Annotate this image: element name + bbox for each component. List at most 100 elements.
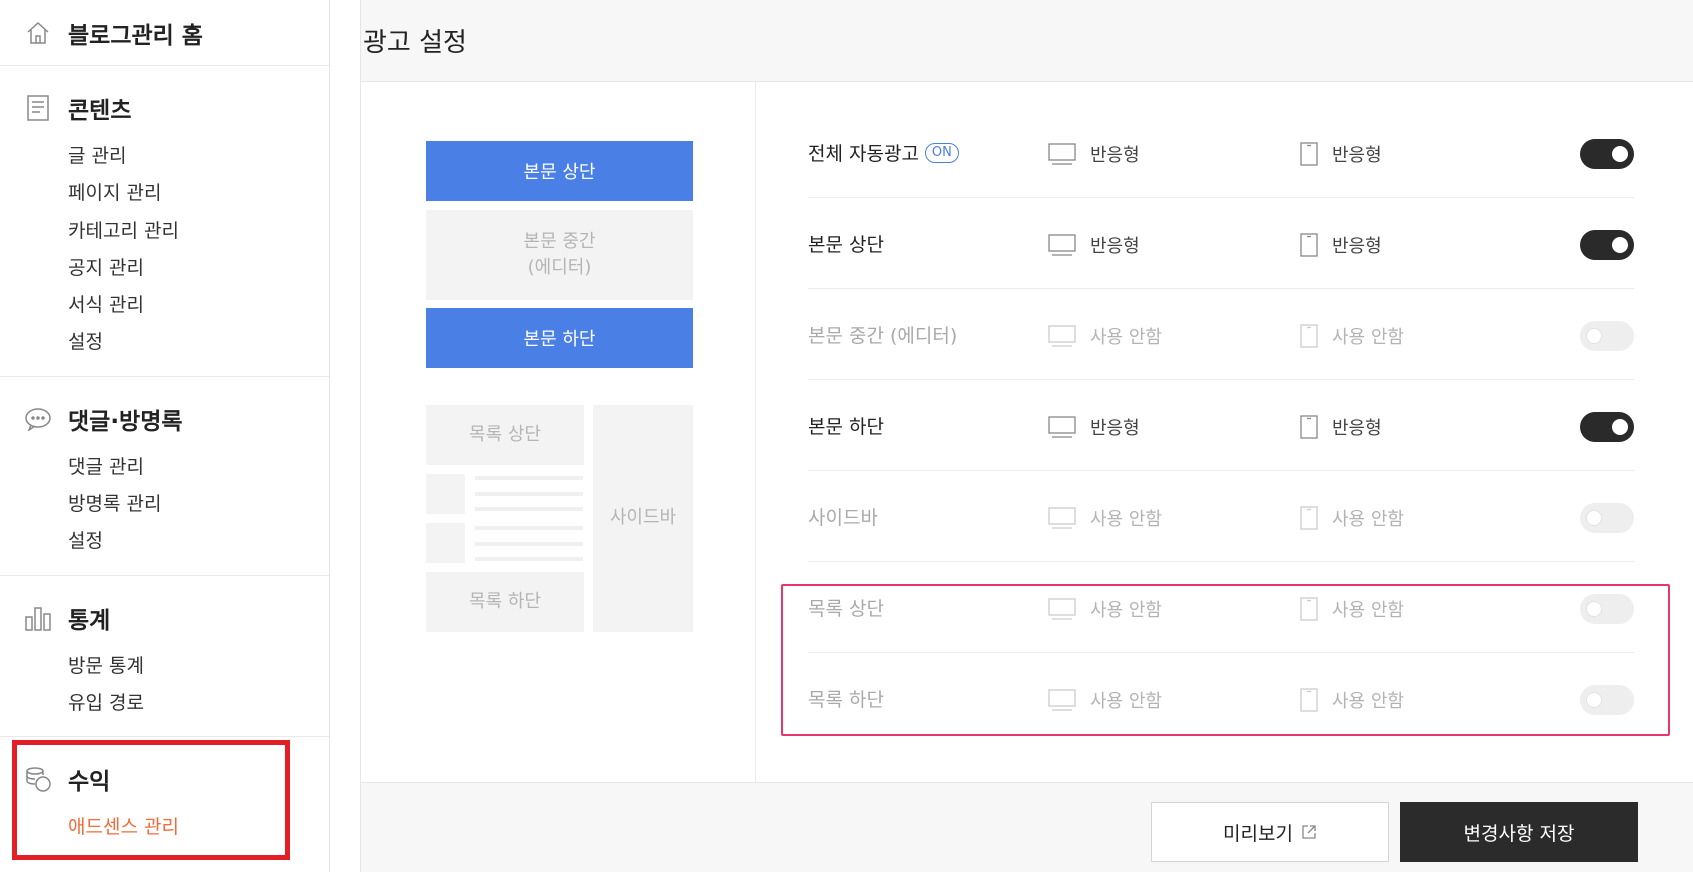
sidebar-item-referrers[interactable]: 유입 경로 xyxy=(68,685,329,722)
ad-row-body-top: 본문 상단 반응형 반응형 xyxy=(808,198,1634,289)
preview-list-bottom: 목록 하단 xyxy=(426,572,584,632)
preview-button[interactable]: 미리보기 xyxy=(1151,802,1389,862)
ad-row-name-wrap: 목록 상단 xyxy=(808,594,884,621)
sidebar-group-content: 콘텐츠 글 관리 페이지 관리 카테고리 관리 공지 관리 서식 관리 설정 xyxy=(0,66,329,377)
save-button[interactable]: 변경사항 저장 xyxy=(1400,802,1638,862)
ad-toggle[interactable] xyxy=(1580,685,1634,715)
ad-toggle[interactable] xyxy=(1580,594,1634,624)
ad-row-name: 본문 하단 xyxy=(808,416,884,438)
pc-setting-label: 사용 안함 xyxy=(1090,509,1162,530)
mobile-setting[interactable]: 사용 안함 xyxy=(1300,323,1404,349)
phone-icon xyxy=(1300,324,1318,348)
pc-setting[interactable]: 반응형 xyxy=(1048,232,1140,258)
toggle-knob xyxy=(1612,237,1628,253)
pc-setting-label: 사용 안함 xyxy=(1090,327,1162,348)
pc-setting[interactable]: 사용 안함 xyxy=(1048,505,1162,531)
sidebar-item-visit-stats[interactable]: 방문 통계 xyxy=(68,648,329,685)
preview-thumb xyxy=(426,523,465,563)
sidebar-item-notices[interactable]: 공지 관리 xyxy=(68,250,329,287)
monitor-icon xyxy=(1048,143,1076,165)
ad-toggle[interactable] xyxy=(1580,230,1634,260)
toggle-knob xyxy=(1586,328,1602,344)
sidebar-item-guestbook[interactable]: 방명록 관리 xyxy=(68,486,329,523)
sidebar-item-templates[interactable]: 서식 관리 xyxy=(68,287,329,324)
sidebar-item-pages[interactable]: 페이지 관리 xyxy=(68,175,329,212)
mobile-setting[interactable]: 반응형 xyxy=(1300,141,1382,167)
pc-setting-label: 반응형 xyxy=(1090,145,1140,166)
ad-toggle[interactable] xyxy=(1580,139,1634,169)
toggle-knob xyxy=(1612,146,1628,162)
sidebar-group-revenue: 수익 애드센스 관리 xyxy=(0,737,329,860)
ad-toggle[interactable] xyxy=(1580,503,1634,533)
ad-position-preview: 본문 상단 본문 중간 (에디터) 본문 하단 목록 상단 목록 하단 사이드바 xyxy=(361,82,756,782)
on-badge: ON xyxy=(924,142,959,163)
sidebar-item-comment-settings[interactable]: 설정 xyxy=(68,523,329,560)
monitor-icon xyxy=(1048,325,1076,347)
mobile-setting[interactable]: 사용 안함 xyxy=(1300,596,1404,622)
toggle-knob xyxy=(1586,510,1602,526)
monitor-icon xyxy=(1048,689,1076,711)
ad-row-body-bottom: 본문 하단 반응형 반응형 xyxy=(808,380,1634,471)
mobile-setting-label: 사용 안함 xyxy=(1332,600,1404,621)
sidebar-group-title: 수익 xyxy=(68,769,111,796)
pc-setting[interactable]: 반응형 xyxy=(1048,414,1140,440)
phone-icon xyxy=(1300,142,1318,166)
sidebar-item-posts[interactable]: 글 관리 xyxy=(68,138,329,175)
monitor-icon xyxy=(1048,598,1076,620)
coins-icon xyxy=(24,765,52,793)
bar-chart-icon xyxy=(24,604,52,632)
phone-icon xyxy=(1300,415,1318,439)
preview-body-middle-line2: (에디터) xyxy=(527,257,592,278)
sidebar-item-comments[interactable]: 댓글 관리 xyxy=(68,449,329,486)
ad-row-name-wrap: 목록 하단 xyxy=(808,685,884,712)
sidebar-group-title: 콘텐츠 xyxy=(68,98,132,124)
mobile-setting[interactable]: 사용 안함 xyxy=(1300,687,1404,713)
mobile-setting[interactable]: 사용 안함 xyxy=(1300,505,1404,531)
page-title: 광고 설정 xyxy=(363,28,467,58)
preview-body-bottom: 본문 하단 xyxy=(426,308,693,368)
ad-row-name: 전체 자동광고 xyxy=(808,143,919,165)
mobile-setting[interactable]: 반응형 xyxy=(1300,232,1382,258)
ad-row-name: 목록 하단 xyxy=(808,689,884,711)
pc-setting[interactable]: 사용 안함 xyxy=(1048,687,1162,713)
sidebar-group-revenue-head[interactable]: 수익 xyxy=(0,749,329,809)
preview-button-label: 미리보기 xyxy=(1223,822,1293,845)
ad-row-sidebar: 사이드바 사용 안함 사용 안함 xyxy=(808,471,1634,562)
sidebar-home-label: 블로그관리 홈 xyxy=(68,22,203,49)
sidebar-group-content-head[interactable]: 콘텐츠 xyxy=(0,78,329,138)
preview-body-middle: 본문 중간 (에디터) xyxy=(426,210,693,300)
ad-row-name: 본문 상단 xyxy=(808,234,884,256)
mobile-setting[interactable]: 반응형 xyxy=(1300,414,1382,440)
toggle-knob xyxy=(1612,419,1628,435)
pc-setting[interactable]: 사용 안함 xyxy=(1048,323,1162,349)
mobile-setting-label: 사용 안함 xyxy=(1332,327,1404,348)
preview-line xyxy=(475,526,583,530)
sidebar-item-categories[interactable]: 카테고리 관리 xyxy=(68,213,329,250)
pc-setting[interactable]: 반응형 xyxy=(1048,141,1140,167)
preview-body-middle-line1: 본문 중간 xyxy=(523,230,596,252)
ad-toggle[interactable] xyxy=(1580,412,1634,442)
ad-toggle[interactable] xyxy=(1580,321,1634,351)
sidebar-item-adsense[interactable]: 애드센스 관리 xyxy=(68,809,329,846)
pc-setting-label: 사용 안함 xyxy=(1090,691,1162,712)
ad-row-name: 목록 상단 xyxy=(808,598,884,620)
mobile-setting-label: 반응형 xyxy=(1332,418,1382,439)
sidebar-group-comments-head[interactable]: 댓글·방명록 xyxy=(0,389,329,449)
header-bar: 광고 설정 xyxy=(361,0,1693,82)
preview-line xyxy=(475,507,583,511)
pc-setting-label: 사용 안함 xyxy=(1090,600,1162,621)
sidebar-item-content-settings[interactable]: 설정 xyxy=(68,324,329,361)
speech-bubble-icon xyxy=(24,405,52,433)
monitor-icon xyxy=(1048,234,1076,256)
sidebar-home[interactable]: 블로그관리 홈 xyxy=(0,0,329,66)
ad-row-list-bottom: 목록 하단 사용 안함 사용 안함 xyxy=(808,653,1634,744)
pc-setting[interactable]: 사용 안함 xyxy=(1048,596,1162,622)
sidebar-group-stats-head[interactable]: 통계 xyxy=(0,588,329,648)
ad-row-name-wrap: 전체 자동광고 ON xyxy=(808,139,959,166)
preview-thumb xyxy=(426,474,465,514)
sidebar-group-comments: 댓글·방명록 댓글 관리 방명록 관리 설정 xyxy=(0,377,329,576)
mobile-setting-label: 반응형 xyxy=(1332,236,1382,257)
pc-setting-label: 반응형 xyxy=(1090,236,1140,257)
ad-row-auto: 전체 자동광고 ON 반응형 반응형 xyxy=(808,107,1634,198)
mobile-setting-label: 사용 안함 xyxy=(1332,509,1404,530)
